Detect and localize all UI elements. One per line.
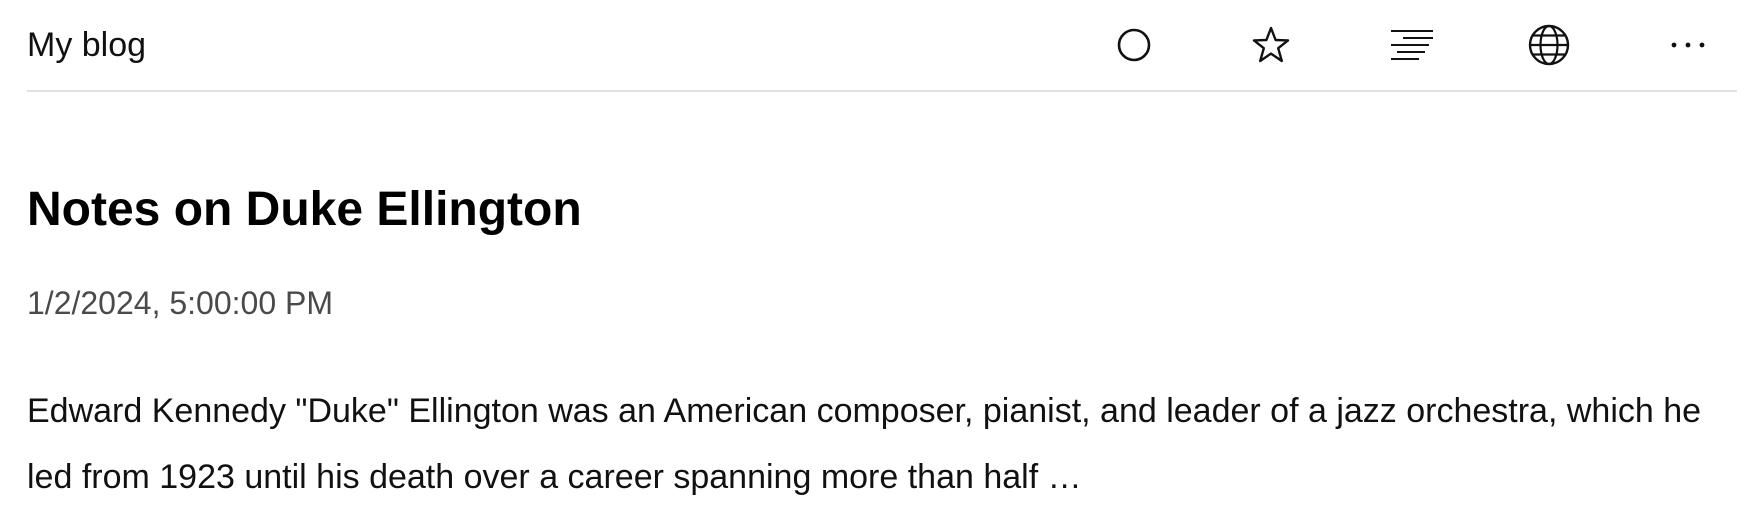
post-title[interactable]: Notes on Duke Ellington — [27, 180, 1727, 240]
blog-post: Notes on Duke Ellington 1/2/2024, 5:00:0… — [27, 180, 1727, 496]
post-excerpt: Edward Kennedy "Duke" Ellington was an A… — [27, 392, 1702, 496]
globe-icon — [1528, 24, 1570, 66]
site-title[interactable]: My blog — [27, 25, 146, 65]
reader-view-button[interactable] — [1387, 20, 1437, 70]
star-icon — [1252, 26, 1290, 63]
top-bar: My blog — [27, 0, 1737, 92]
more-options-button[interactable] — [1663, 20, 1713, 70]
circle-button[interactable] — [1109, 20, 1159, 70]
circle-icon — [1117, 28, 1151, 62]
more-icon — [1671, 42, 1705, 48]
favorite-button[interactable] — [1246, 20, 1296, 70]
post-date: 1/2/2024, 5:00:00 PM — [27, 285, 333, 321]
language-button[interactable] — [1524, 20, 1574, 70]
text-lines-icon — [1391, 30, 1433, 60]
